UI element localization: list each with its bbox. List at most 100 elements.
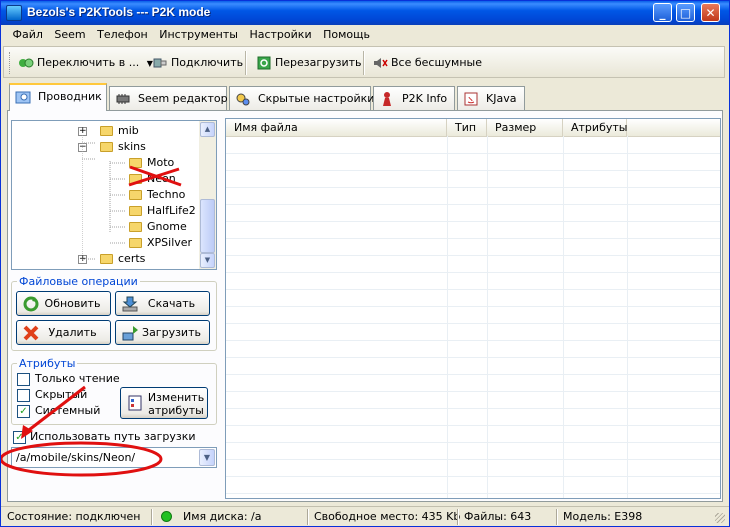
tree-item-techno[interactable]: Techno <box>129 187 185 203</box>
column-type[interactable]: Тип <box>447 119 487 136</box>
status-divider <box>307 509 309 525</box>
change-attributes-line1: Изменить <box>147 391 205 404</box>
column-size[interactable]: Размер <box>487 119 563 136</box>
grid-row-line <box>226 187 720 188</box>
grid-row-line <box>226 476 720 477</box>
toolbar-separator <box>363 51 365 75</box>
menu-tools[interactable]: Инструменты <box>155 25 242 44</box>
scroll-up-button[interactable]: ▲ <box>200 122 215 137</box>
tree-item-xpsilver[interactable]: XPSilver <box>129 235 192 251</box>
app-window: Bezols's P2KTools --- P2K mode _ □ ✕ Фай… <box>0 0 730 527</box>
grid-row-line <box>226 442 720 443</box>
minimize-button[interactable]: _ <box>653 3 672 22</box>
tree-item-halflife2[interactable]: HalfLife2 <box>129 203 196 219</box>
file-list[interactable]: Имя файла Тип Размер Атрибуты <box>225 118 721 499</box>
reboot-icon <box>257 56 271 70</box>
column-filename[interactable]: Имя файла <box>226 119 447 136</box>
status-files: Файлы: 643 <box>464 510 532 523</box>
chip-icon <box>116 94 130 104</box>
download-button[interactable]: Скачать <box>115 291 210 316</box>
tree-item-neon[interactable]: Neon <box>129 171 176 187</box>
grid-row-line <box>226 255 720 256</box>
hidden-label: Скрытый <box>35 388 88 401</box>
close-button[interactable]: ✕ <box>701 3 720 22</box>
system-label: Системный <box>35 404 101 417</box>
change-attributes-button[interactable]: Изменить атрибуты <box>120 387 208 419</box>
toolbar-separator <box>245 51 247 75</box>
grid-column-line <box>487 136 488 498</box>
upload-path-combobox[interactable]: /a/mobile/skins/Neon/ ▼ <box>11 447 217 468</box>
read-only-label: Только чтение <box>35 372 120 385</box>
dropdown-arrow-icon[interactable]: ▼ <box>199 449 215 466</box>
tab-p2k-info[interactable]: P2K Info <box>373 86 455 111</box>
tree-scrollbar[interactable]: ▲ ▼ <box>199 121 216 269</box>
refresh-label: Обновить <box>44 297 101 310</box>
download-label: Скачать <box>147 297 196 310</box>
reboot-button[interactable]: Перезагрузить <box>256 52 362 74</box>
tab-seem-editor[interactable]: Seem редактор <box>109 86 228 111</box>
connect-icon <box>153 58 167 68</box>
grid-row-line <box>226 238 720 239</box>
use-upload-path-checkbox[interactable]: ✓ <box>13 431 26 444</box>
tab-seem-editor-label: Seem редактор <box>138 92 228 105</box>
grid-column-line <box>627 136 628 498</box>
tab-explorer-label: Проводник <box>38 90 102 103</box>
grid-row-line <box>226 323 720 324</box>
silent-all-button[interactable]: Все бесшумные <box>372 52 482 74</box>
menu-phone[interactable]: Телефон <box>93 25 152 44</box>
menu-help[interactable]: Помощь <box>319 25 374 44</box>
upload-label: Загрузить <box>142 326 201 339</box>
grid-row-line <box>226 391 720 392</box>
status-model: Модель: E398 <box>563 510 643 523</box>
grid-row-line <box>226 408 720 409</box>
menu-bar: Файл Seem Телефон Инструменты Настройки … <box>1 25 729 45</box>
maximize-button[interactable]: □ <box>676 3 695 22</box>
read-only-checkbox[interactable] <box>17 373 30 386</box>
window-title: Bezols's P2KTools --- P2K mode <box>27 5 211 19</box>
menu-seem[interactable]: Seem <box>50 25 89 44</box>
grid-row-line <box>226 340 720 341</box>
grid-column-line <box>563 136 564 498</box>
grid-row-line <box>226 459 720 460</box>
status-divider <box>151 509 153 525</box>
tree-item-gnome[interactable]: Gnome <box>129 219 187 235</box>
refresh-button[interactable]: Обновить <box>16 291 111 316</box>
tab-explorer[interactable]: Проводник <box>9 83 107 111</box>
system-checkbox[interactable]: ✓ <box>17 405 30 418</box>
file-operations-legend: Файловые операции <box>17 275 140 288</box>
delete-label: Удалить <box>48 326 97 339</box>
column-attributes[interactable]: Атрибуты <box>563 119 627 136</box>
scroll-down-button[interactable]: ▼ <box>200 253 215 268</box>
gears-icon <box>236 93 250 106</box>
delete-button[interactable]: Удалить <box>16 320 111 345</box>
resize-grip[interactable] <box>715 513 725 523</box>
menu-settings[interactable]: Настройки <box>245 25 315 44</box>
grid-row-line <box>226 153 720 154</box>
switch-mode-button[interactable]: Переключить в ... ▼ <box>18 52 153 74</box>
scroll-thumb[interactable] <box>200 199 215 253</box>
folder-tree[interactable]: + mib − skins Moto Neon Techno HalfLife2… <box>11 120 217 270</box>
connect-button[interactable]: Подключить <box>152 52 243 74</box>
attributes-icon <box>128 395 142 411</box>
tab-kjava[interactable]: KJava <box>457 86 525 111</box>
grid-row-line <box>226 357 720 358</box>
status-disk: Имя диска: /a <box>183 510 262 523</box>
tab-p2k-info-label: P2K Info <box>402 92 448 105</box>
menu-file[interactable]: Файл <box>9 25 47 44</box>
tab-hidden-settings[interactable]: Скрытые настройки <box>229 86 374 111</box>
change-attributes-line2: атрибуты <box>148 404 204 417</box>
app-icon <box>6 5 22 21</box>
tab-strip: Проводник Seem редактор Скрытые настройк… <box>9 83 729 111</box>
title-bar[interactable]: Bezols's P2KTools --- P2K mode _ □ ✕ <box>1 1 729 25</box>
toolbar: Переключить в ... ▼ Подключить Перезагру… <box>3 46 725 78</box>
grid-row-line <box>226 204 720 205</box>
hidden-checkbox[interactable] <box>17 389 30 402</box>
upload-button[interactable]: Загрузить <box>115 320 210 345</box>
tree-item-moto[interactable]: Moto <box>129 155 174 171</box>
reboot-label: Перезагрузить <box>275 56 362 69</box>
connect-label: Подключить <box>171 56 244 69</box>
connection-led-icon <box>161 511 172 522</box>
explorer-icon <box>15 91 31 104</box>
grid-row-line <box>226 493 720 494</box>
upload-path-value[interactable]: /a/mobile/skins/Neon/ <box>16 451 135 464</box>
